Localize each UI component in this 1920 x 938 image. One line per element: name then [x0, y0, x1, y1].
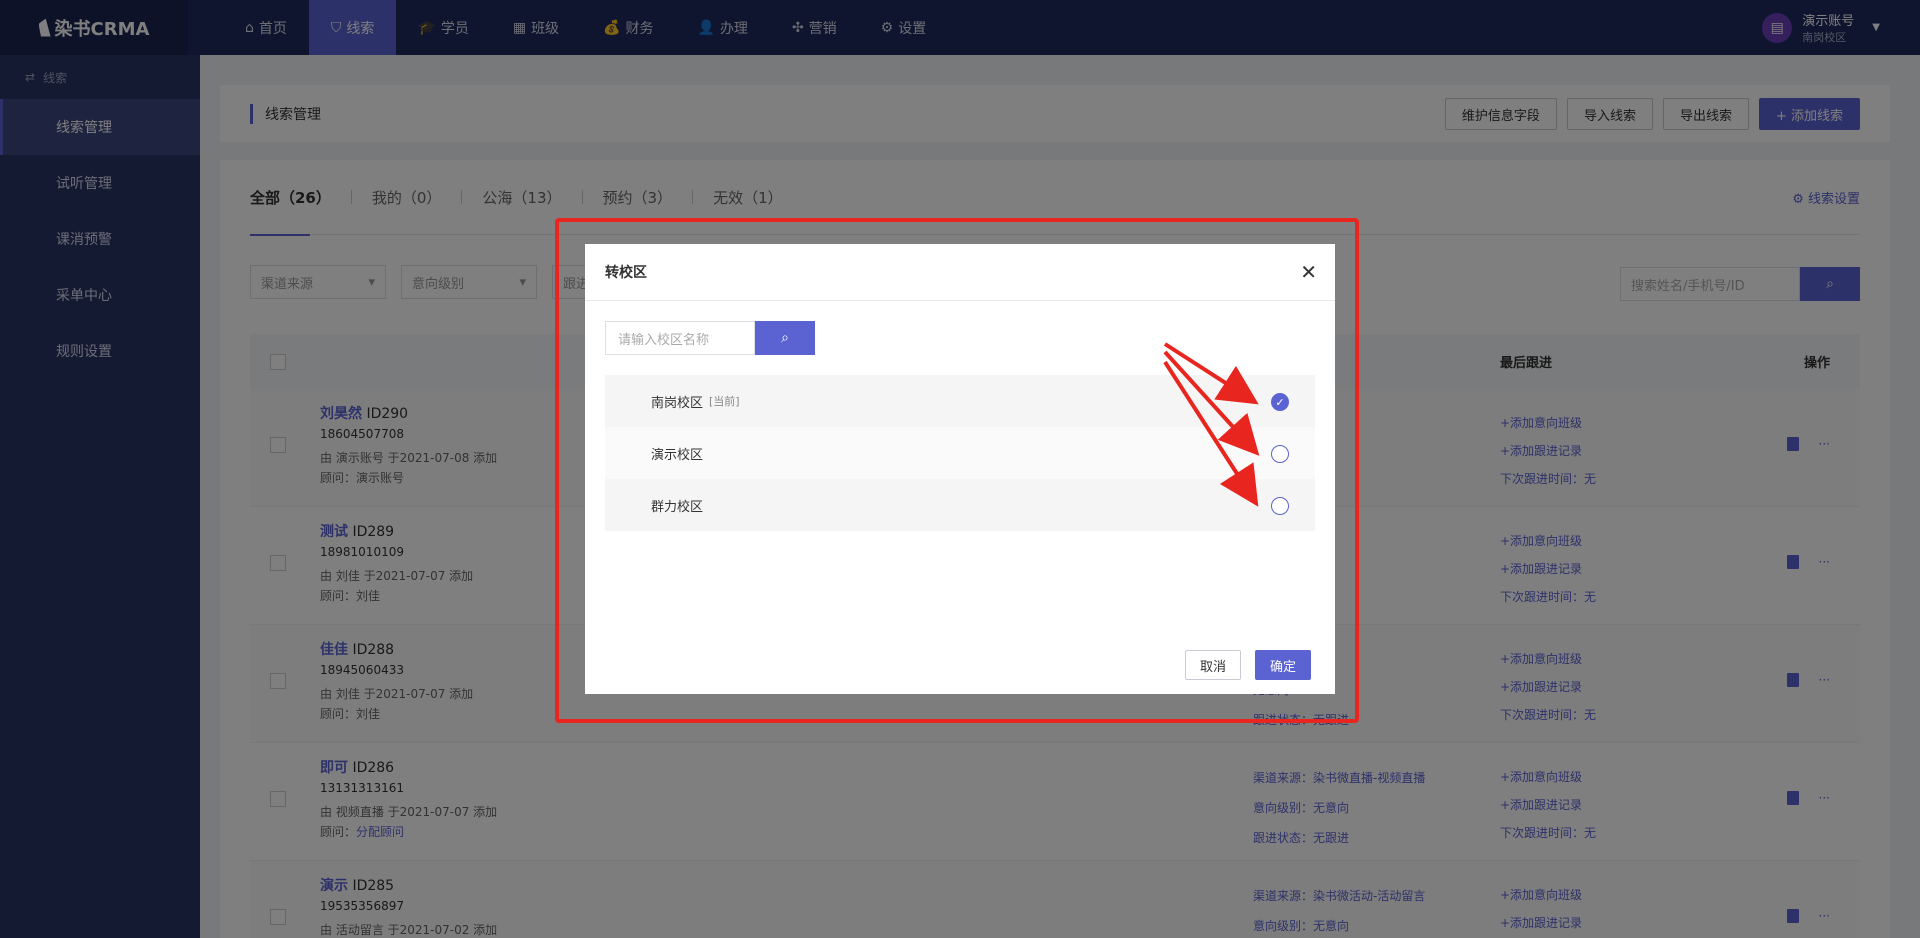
campus-option[interactable]: 群力校区: [605, 479, 1315, 531]
campus-name: 演示校区: [651, 447, 704, 463]
campus-current-tag: [当前]: [709, 395, 740, 408]
confirm-button[interactable]: 确定: [1254, 650, 1311, 680]
campus-name: 群力校区: [651, 499, 704, 515]
campus-option[interactable]: 演示校区: [605, 427, 1315, 479]
search-icon: ⌕: [781, 330, 789, 346]
campus-search: 请输入校区名称 ⌕: [605, 321, 815, 355]
campus-list: 南岗校区 [当前] ✓ 演示校区 群力校区: [605, 375, 1315, 531]
campus-option[interactable]: 南岗校区 [当前] ✓: [605, 375, 1315, 427]
radio-checked-icon[interactable]: ✓: [1271, 393, 1289, 411]
modal-title: 转校区: [605, 265, 647, 281]
campus-search-input[interactable]: 请输入校区名称: [605, 321, 755, 355]
campus-search-button[interactable]: ⌕: [755, 321, 815, 355]
modal-footer: 取消 确定: [1184, 650, 1311, 680]
modal-header: 转校区 ✕: [585, 244, 1335, 301]
campus-name: 南岗校区: [651, 395, 704, 411]
transfer-campus-modal: 转校区 ✕ 请输入校区名称 ⌕ 南岗校区 [当前] ✓ 演示校区 群力校区 取消…: [585, 244, 1335, 694]
cancel-button[interactable]: 取消: [1184, 650, 1241, 680]
radio-icon[interactable]: [1271, 445, 1289, 463]
radio-icon[interactable]: [1271, 497, 1289, 515]
close-icon[interactable]: ✕: [1300, 260, 1317, 284]
